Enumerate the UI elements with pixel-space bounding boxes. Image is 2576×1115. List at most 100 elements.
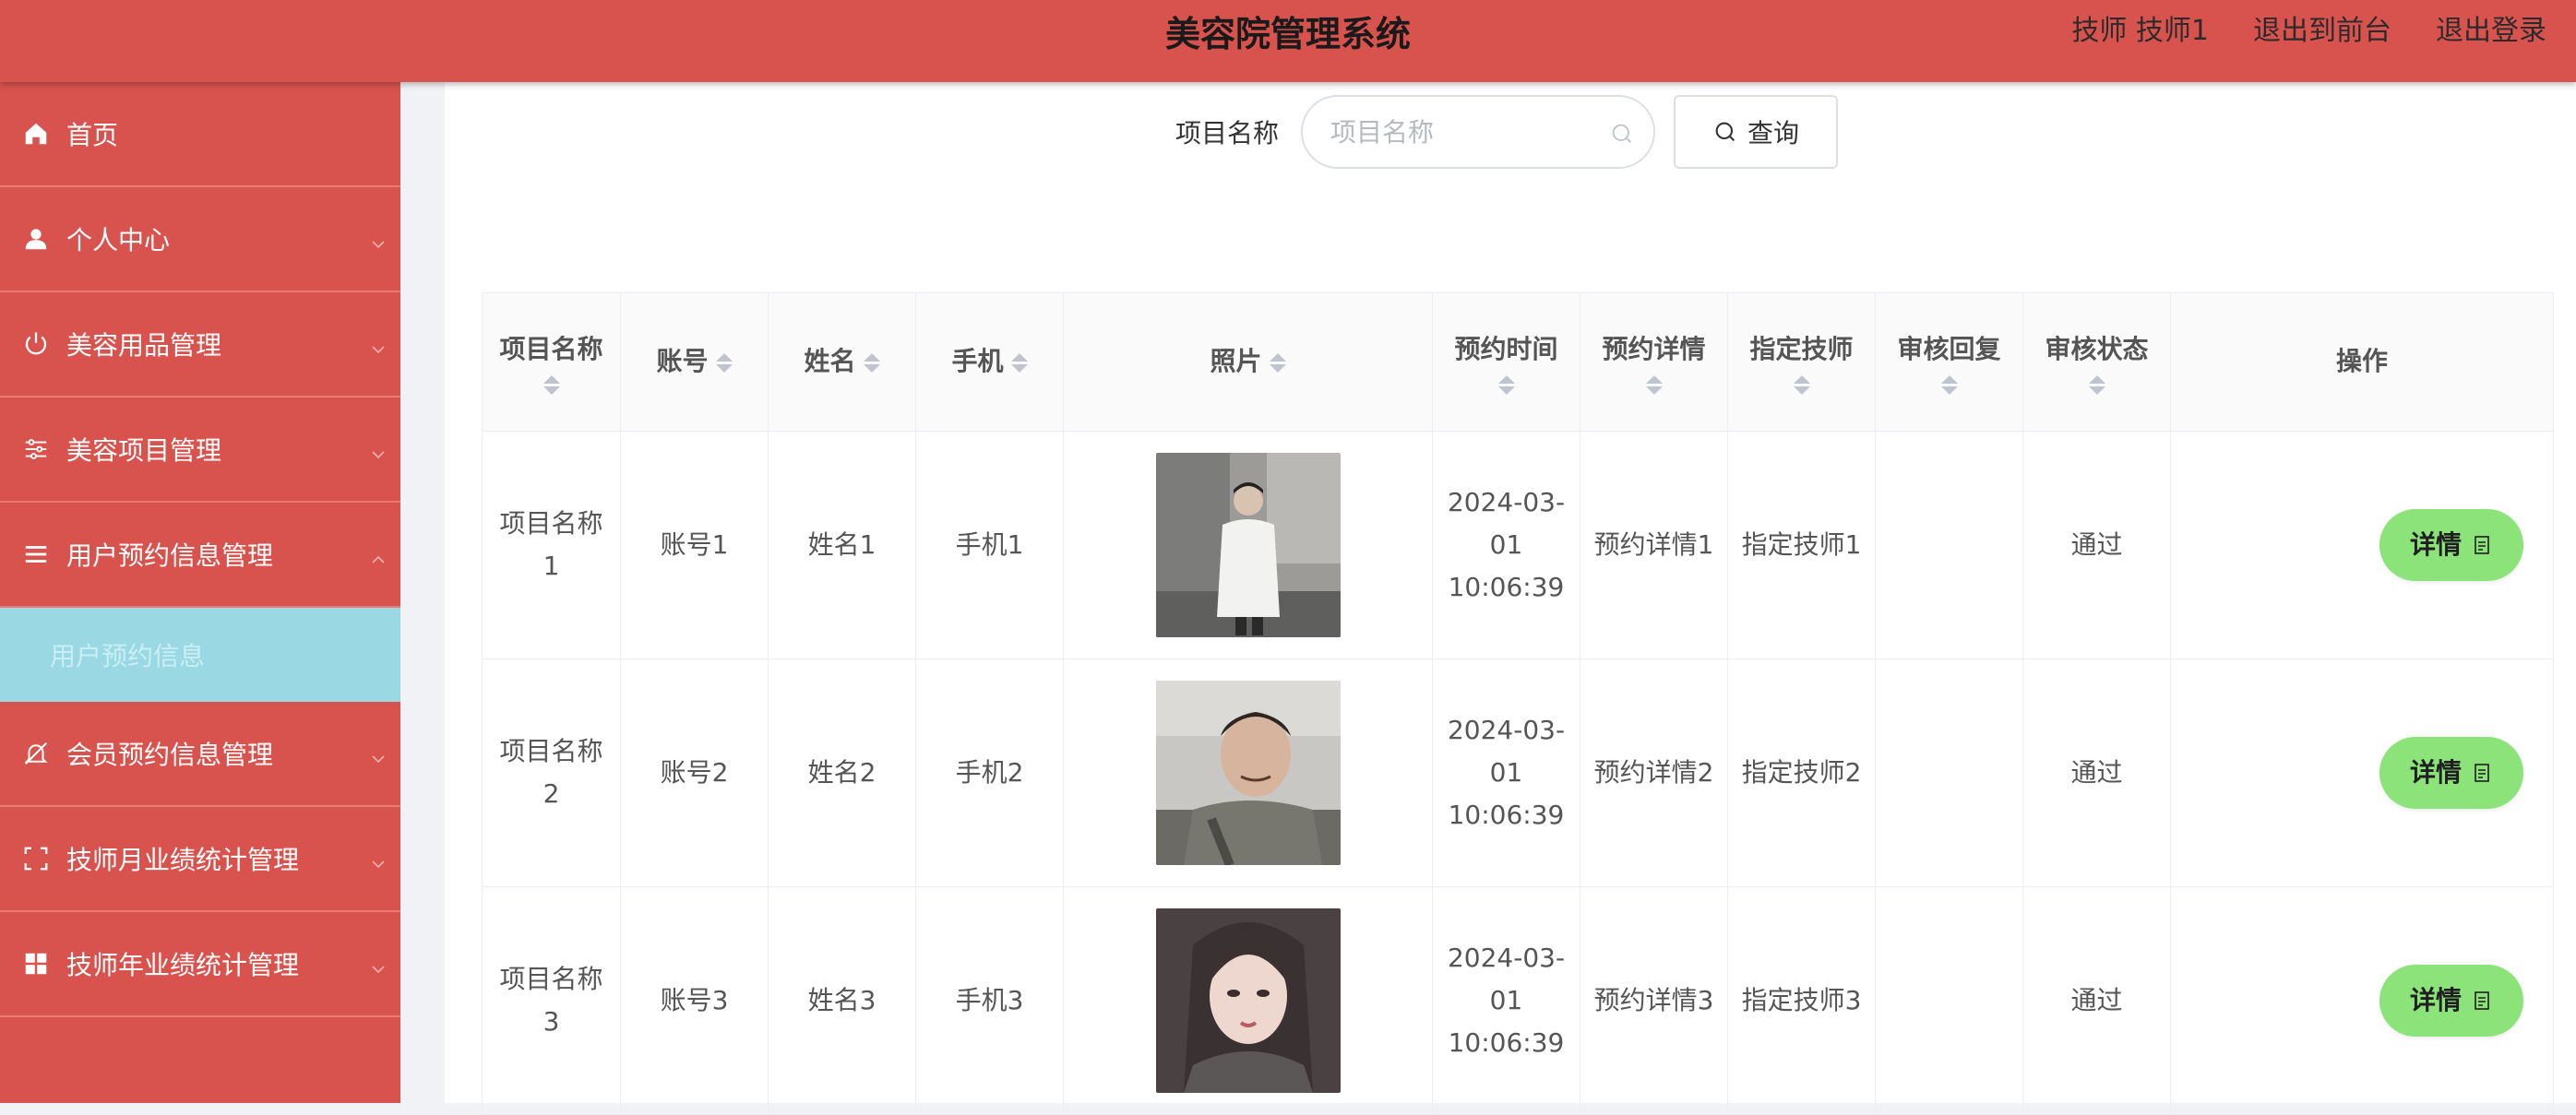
cell-action: 详情 [2170,886,2554,1115]
column-header-account[interactable]: 账号 [620,292,769,432]
bell-off-icon [20,738,52,769]
sort-icon[interactable] [1645,375,1663,396]
chevron-down-icon [369,335,388,354]
cell-action: 详情 [2170,658,2554,887]
sort-icon[interactable] [863,352,880,373]
column-header-detail[interactable]: 预约详情 [1580,292,1728,432]
column-header-project[interactable]: 项目名称 [482,292,621,432]
home-icon [20,118,52,149]
exit-to-front-link[interactable]: 退出到前台 [2253,7,2391,48]
content-gutter [400,82,445,1103]
chevron-down-icon [369,440,388,459]
column-header-status[interactable]: 审核状态 [2022,292,2171,432]
sort-icon[interactable] [1940,375,1958,396]
cell-project: 项目名称3 [482,886,621,1115]
sort-icon[interactable] [1497,375,1515,396]
cell-name: 姓名3 [768,886,916,1115]
sidebar-item-label: 美容项目管理 [66,435,222,466]
column-header-time[interactable]: 预约时间 [1432,292,1580,432]
cell-account: 账号1 [620,431,769,659]
cell-status: 通过 [2022,886,2171,1115]
photo-person-3[interactable] [1155,908,1341,1093]
search-input[interactable] [1303,97,1654,167]
sidebar-item-label: 首页 [66,120,119,150]
header-links: 技师 技师1 退出到前台 退出登录 [2071,7,2546,48]
sidebar-item-tech-monthly-stats[interactable]: 技师月业绩统计管理 [0,807,400,912]
sort-icon[interactable] [1010,352,1028,373]
sidebar-item-tech-yearly-stats[interactable]: 技师年业绩统计管理 [0,912,400,1017]
cell-project: 项目名称2 [482,658,621,887]
sidebar-item-label: 用户预约信息管理 [66,540,274,571]
search-label: 项目名称 [1175,118,1280,148]
detail-button-label: 详情 [2409,756,2462,788]
chevron-up-icon [369,545,388,563]
sidebar-item-label: 技师月业绩统计管理 [66,845,300,875]
main-content: 项目名称 查询 项目名称 账号 姓名 手机 照片 预约时间 [445,82,2576,1115]
document-icon [2475,536,2489,554]
sidebar-item-member-appointments[interactable]: 会员预约信息管理 [0,702,400,807]
cell-account: 账号2 [620,658,769,887]
sort-icon[interactable] [715,352,733,373]
cell-tech: 指定技师1 [1727,431,1876,659]
header-label: 项目名称 [499,333,603,364]
search-input-wrapper [1301,95,1656,169]
header-label: 审核状态 [2045,333,2149,364]
cell-status: 通过 [2022,658,2171,887]
search-button[interactable]: 查询 [1674,95,1839,169]
list-icon [20,539,52,570]
chevron-down-icon [369,230,388,249]
table-row: 项目名称1 账号1 姓名1 手机1 2024-03-01 10:06:39 预约… [482,431,2554,659]
cell-tech: 指定技师2 [1727,658,1876,887]
current-user-label[interactable]: 技师 技师1 [2071,7,2209,48]
photo-person-1[interactable] [1155,453,1341,637]
sort-icon[interactable] [543,375,560,396]
sort-icon[interactable] [2088,375,2105,396]
cell-photo [1063,886,1433,1115]
sort-icon[interactable] [1793,375,1810,396]
cell-photo [1063,431,1433,659]
header-label: 审核回复 [1897,333,2001,364]
sidebar-item-user-appointments[interactable]: 用户预约信息管理 [0,503,400,608]
cell-phone: 手机2 [915,658,1064,887]
sidebar-item-beauty-supplies[interactable]: 美容用品管理 [0,292,400,397]
search-icon [1612,124,1632,143]
sidebar-item-label: 会员预约信息管理 [66,740,274,770]
sidebar-subitem-user-appointment-info[interactable]: 用户预约信息 [0,608,400,702]
column-header-phone[interactable]: 手机 [915,292,1064,432]
header-label: 指定技师 [1749,333,1854,364]
photo-image [1155,681,1341,865]
cell-photo [1063,658,1433,887]
cell-name: 姓名1 [768,431,916,659]
detail-button[interactable]: 详情 [2379,965,2523,1037]
photo-person-2[interactable] [1155,681,1341,865]
detail-button[interactable]: 详情 [2379,509,2523,581]
column-header-photo[interactable]: 照片 [1063,292,1433,432]
header-label: 预约详情 [1602,333,1706,364]
sort-icon[interactable] [1269,352,1286,373]
cell-detail: 预约详情3 [1580,886,1728,1115]
sidebar-item-home[interactable]: 首页 [0,82,400,187]
chevron-down-icon [369,744,388,764]
logout-link[interactable]: 退出登录 [2436,7,2546,48]
table-row: 项目名称2 账号2 姓名2 手机2 2024-03-01 10:06:39 预约… [482,658,2554,887]
detail-button-label: 详情 [2409,984,2462,1015]
column-header-tech[interactable]: 指定技师 [1727,292,1876,432]
detail-button[interactable]: 详情 [2379,737,2523,809]
cell-reply [1875,886,2023,1115]
sidebar-item-beauty-projects[interactable]: 美容项目管理 [0,397,400,503]
column-header-name[interactable]: 姓名 [768,292,916,432]
frame-icon [20,843,52,874]
sidebar-item-personal-center[interactable]: 个人中心 [0,187,400,292]
cell-action: 详情 [2170,431,2554,659]
chevron-down-icon [369,849,388,869]
sidebar-item-label: 个人中心 [66,225,171,255]
column-header-reply[interactable]: 审核回复 [1875,292,2023,432]
cell-time: 2024-03-01 10:06:39 [1432,658,1580,887]
chevron-down-icon [369,955,388,974]
cell-tech: 指定技师3 [1727,886,1876,1115]
table-row: 项目名称3 账号3 姓名3 手机3 2024-03-01 10:06:39 预约… [482,886,2554,1115]
header-label: 账号 [656,346,709,377]
cell-account: 账号3 [620,886,769,1115]
document-icon [2475,991,2489,1010]
photo-image [1155,453,1341,637]
